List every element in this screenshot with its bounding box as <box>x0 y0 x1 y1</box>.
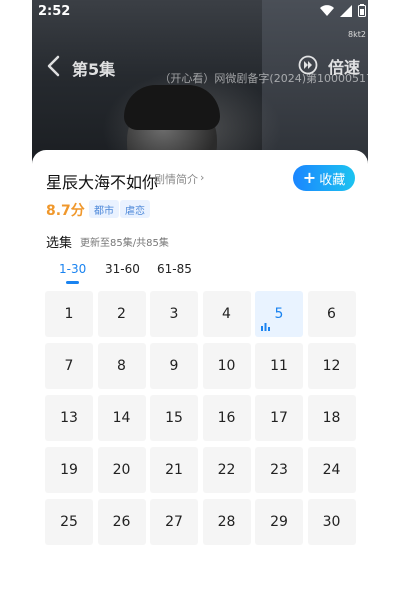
episode-tile[interactable]: 30 <box>307 499 356 545</box>
license-text: （开心看）网微剧备字(2024)第10000517号 <box>159 72 384 85</box>
episode-tile[interactable]: 26 <box>97 499 146 545</box>
episode-tile[interactable]: 23 <box>255 447 303 493</box>
status-bar: 2:52 8kt2 <box>0 0 400 39</box>
episode-number: 21 <box>165 462 183 478</box>
episode-number: 14 <box>112 410 131 426</box>
drama-title: 星辰大海不如你 <box>46 173 159 192</box>
episode-tile[interactable]: 3 <box>150 291 198 337</box>
episode-number: 18 <box>322 410 341 426</box>
episode-tile[interactable]: 13 <box>45 395 93 441</box>
episode-tile[interactable]: 10 <box>202 343 251 389</box>
episodes-status: 更新至85集/共85集 <box>80 238 169 249</box>
episode-tile[interactable]: 11 <box>255 343 303 389</box>
episode-tile[interactable]: 5 <box>255 291 303 337</box>
episode-number: 16 <box>217 410 236 426</box>
wifi-icon <box>319 5 334 17</box>
tab-underline <box>66 281 79 284</box>
episode-tile[interactable]: 29 <box>255 499 303 545</box>
episode-title: 第5集 <box>72 60 116 79</box>
collect-label: 收藏 <box>319 172 346 188</box>
episode-number: 5 <box>274 306 284 322</box>
episode-tile[interactable]: 7 <box>45 343 93 389</box>
episode-number: 15 <box>165 410 183 426</box>
episode-tile[interactable]: 8 <box>97 343 146 389</box>
episode-tile[interactable]: 14 <box>97 395 146 441</box>
episode-tile[interactable]: 9 <box>150 343 198 389</box>
episode-tile[interactable]: 15 <box>150 395 198 441</box>
status-icons <box>319 4 366 19</box>
genre-tag[interactable]: 虐恋 <box>120 200 150 218</box>
episode-number: 4 <box>222 306 231 322</box>
episode-number: 20 <box>112 462 131 478</box>
signal-icon <box>339 5 352 17</box>
episode-grid: 1 2 3 4 5 6 7 8 9 10 11 12 13 14 15 16 17 18 19 20 21 22 23 24 2… <box>45 291 356 545</box>
episode-number: 2 <box>117 306 126 322</box>
episode-number: 7 <box>64 358 74 374</box>
episode-tile[interactable]: 20 <box>97 447 146 493</box>
episode-number: 11 <box>270 358 288 374</box>
back-arrow-icon[interactable] <box>44 54 64 78</box>
genre-tag[interactable]: 都市 <box>89 200 119 218</box>
app-screen: 2:52 8kt2 第5集 倍速 （开心看）网微剧备字(2024)第100005… <box>0 0 400 600</box>
episode-tile[interactable]: 25 <box>45 499 93 545</box>
collect-button[interactable]: + 收藏 <box>293 165 355 191</box>
plus-icon: + <box>302 168 317 187</box>
episode-tile[interactable]: 18 <box>307 395 356 441</box>
episode-number: 12 <box>322 358 341 374</box>
episode-number: 30 <box>322 514 341 530</box>
episode-number: 29 <box>270 514 288 530</box>
episode-tile[interactable]: 12 <box>307 343 356 389</box>
episode-number: 26 <box>112 514 131 530</box>
status-tag: 8kt2 <box>348 30 366 39</box>
episode-tile[interactable]: 22 <box>202 447 251 493</box>
episode-number: 19 <box>60 462 78 478</box>
now-playing-icon <box>261 323 270 331</box>
episode-tile[interactable]: 1 <box>45 291 93 337</box>
episode-number: 10 <box>217 358 236 374</box>
tab-range-61-85[interactable]: 61-85 <box>157 262 192 276</box>
episode-number: 25 <box>60 514 78 530</box>
episodes-label: 选集 <box>46 236 73 251</box>
episode-number: 22 <box>217 462 236 478</box>
episode-tile[interactable]: 4 <box>202 291 251 337</box>
episode-number: 6 <box>327 306 336 322</box>
episode-tile[interactable]: 2 <box>97 291 146 337</box>
episode-sheet: 星辰大海不如你 剧情简介 › + 收藏 8.7分 都市 虐恋 选集 更新至85集… <box>32 150 368 600</box>
episode-tile[interactable]: 24 <box>307 447 356 493</box>
episode-number: 13 <box>60 410 78 426</box>
episode-tile[interactable]: 27 <box>150 499 198 545</box>
episode-tile[interactable]: 21 <box>150 447 198 493</box>
episode-tile[interactable]: 6 <box>307 291 356 337</box>
episode-number: 1 <box>64 306 74 322</box>
intro-link[interactable]: 剧情简介 <box>154 171 198 187</box>
battery-icon <box>358 4 366 17</box>
tab-range-31-60[interactable]: 31-60 <box>105 262 140 276</box>
score: 8.7分 <box>46 203 85 219</box>
video-person-hair <box>124 85 220 130</box>
status-time: 2:52 <box>38 4 71 19</box>
episode-number: 24 <box>322 462 341 478</box>
chevron-right-icon[interactable]: › <box>200 171 204 184</box>
tab-range-1-30[interactable]: 1-30 <box>59 262 86 276</box>
episode-tile[interactable]: 17 <box>255 395 303 441</box>
episode-number: 9 <box>169 358 179 374</box>
episode-number: 17 <box>270 410 288 426</box>
episode-tile[interactable]: 19 <box>45 447 93 493</box>
episode-number: 27 <box>165 514 183 530</box>
episode-number: 23 <box>270 462 288 478</box>
episode-tile[interactable]: 16 <box>202 395 251 441</box>
episode-number: 28 <box>217 514 236 530</box>
episode-tile[interactable]: 28 <box>202 499 251 545</box>
episode-number: 8 <box>117 358 126 374</box>
episode-number: 3 <box>169 306 179 322</box>
